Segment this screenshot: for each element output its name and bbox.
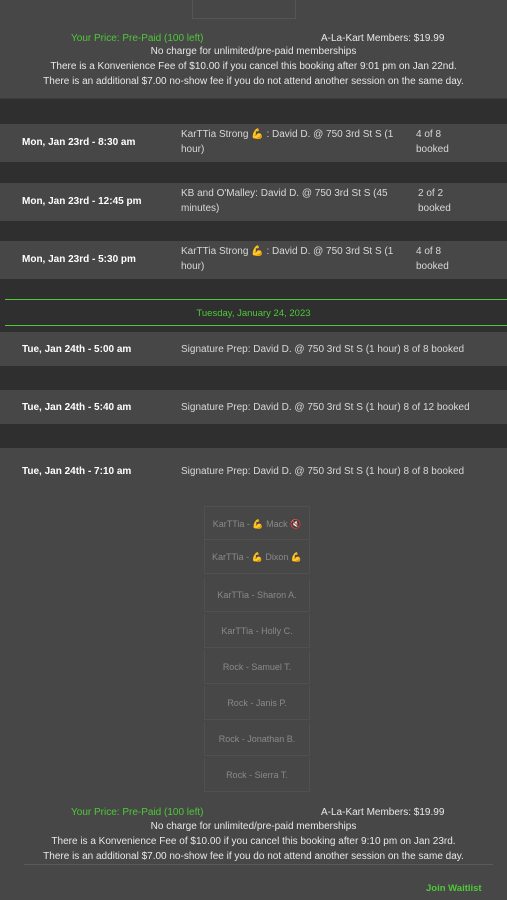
top-fee-note: There is a Konvenience Fee of $10.00 if …: [50, 61, 457, 72]
bottom-no-show-note: There is an additional $7.00 no-show fee…: [43, 851, 464, 862]
day-divider-bottom: [5, 325, 507, 326]
attendee-slot: KarTTia - 💪 Dixon 💪: [204, 540, 310, 574]
session-date: Tue, Jan 24th - 5:40 am: [22, 402, 132, 413]
bottom-price-label: Your Price: Pre-Paid (100 left): [71, 807, 204, 818]
session-date: Mon, Jan 23rd - 5:30 pm: [22, 254, 136, 265]
session-date: Mon, Jan 23rd - 12:45 pm: [22, 196, 142, 207]
session-description: Signature Prep: David D. @ 750 3rd St S …: [181, 402, 470, 413]
bottom-separator: [24, 864, 493, 865]
top-price-label: Your Price: Pre-Paid (100 left): [71, 33, 204, 44]
attendee-slot: Rock - Samuel T.: [204, 650, 310, 684]
join-waitlist-link[interactable]: Join Waitlist: [426, 883, 482, 894]
session-booked-count: 2 of 2 booked: [418, 188, 451, 214]
session-description: Signature Prep: David D. @ 750 3rd St S …: [181, 466, 465, 477]
attendee-slot: KarTTia - Sharon A.: [204, 578, 310, 612]
day-header: Tuesday, January 24, 2023: [196, 308, 311, 319]
session-booked-count: 4 of 8 booked: [416, 129, 449, 155]
day-divider-top: [5, 299, 507, 300]
attendee-slot: Rock - Sierra T.: [204, 758, 310, 792]
attendee-slot: KarTTia - Holly C.: [204, 614, 310, 648]
top-no-show-note: There is an additional $7.00 no-show fee…: [43, 76, 464, 87]
top-no-charge: No charge for unlimited/pre-paid members…: [150, 46, 357, 57]
session-description: KarTTia Strong 💪 : David D. @ 750 3rd St…: [181, 246, 394, 272]
session-date: Mon, Jan 23rd - 8:30 am: [22, 137, 136, 148]
session-booked-count: 4 of 8 booked: [416, 246, 449, 272]
top-partial-box: [192, 0, 296, 19]
session-description: KB and O'Malley: David D. @ 750 3rd St S…: [181, 188, 388, 214]
session-description: Signature Prep: David D. @ 750 3rd St S …: [181, 344, 465, 355]
session-date: Tue, Jan 24th - 5:00 am: [22, 344, 132, 355]
attendee-slot: Rock - Janis P.: [204, 686, 310, 720]
bottom-no-charge: No charge for unlimited/pre-paid members…: [150, 821, 357, 832]
session-date: Tue, Jan 24th - 7:10 am: [22, 466, 132, 477]
session-description: KarTTia Strong 💪 : David D. @ 750 3rd St…: [181, 129, 394, 155]
top-members-price: A-La-Kart Members: $19.99: [321, 33, 445, 44]
bottom-members-price: A-La-Kart Members: $19.99: [321, 807, 445, 818]
attendee-slot: Rock - Jonathan B.: [204, 722, 310, 756]
attendee-slot: KarTTia - 💪 Mack 🔇: [204, 506, 310, 540]
bottom-fee-note: There is a Konvenience Fee of $10.00 if …: [51, 836, 456, 847]
